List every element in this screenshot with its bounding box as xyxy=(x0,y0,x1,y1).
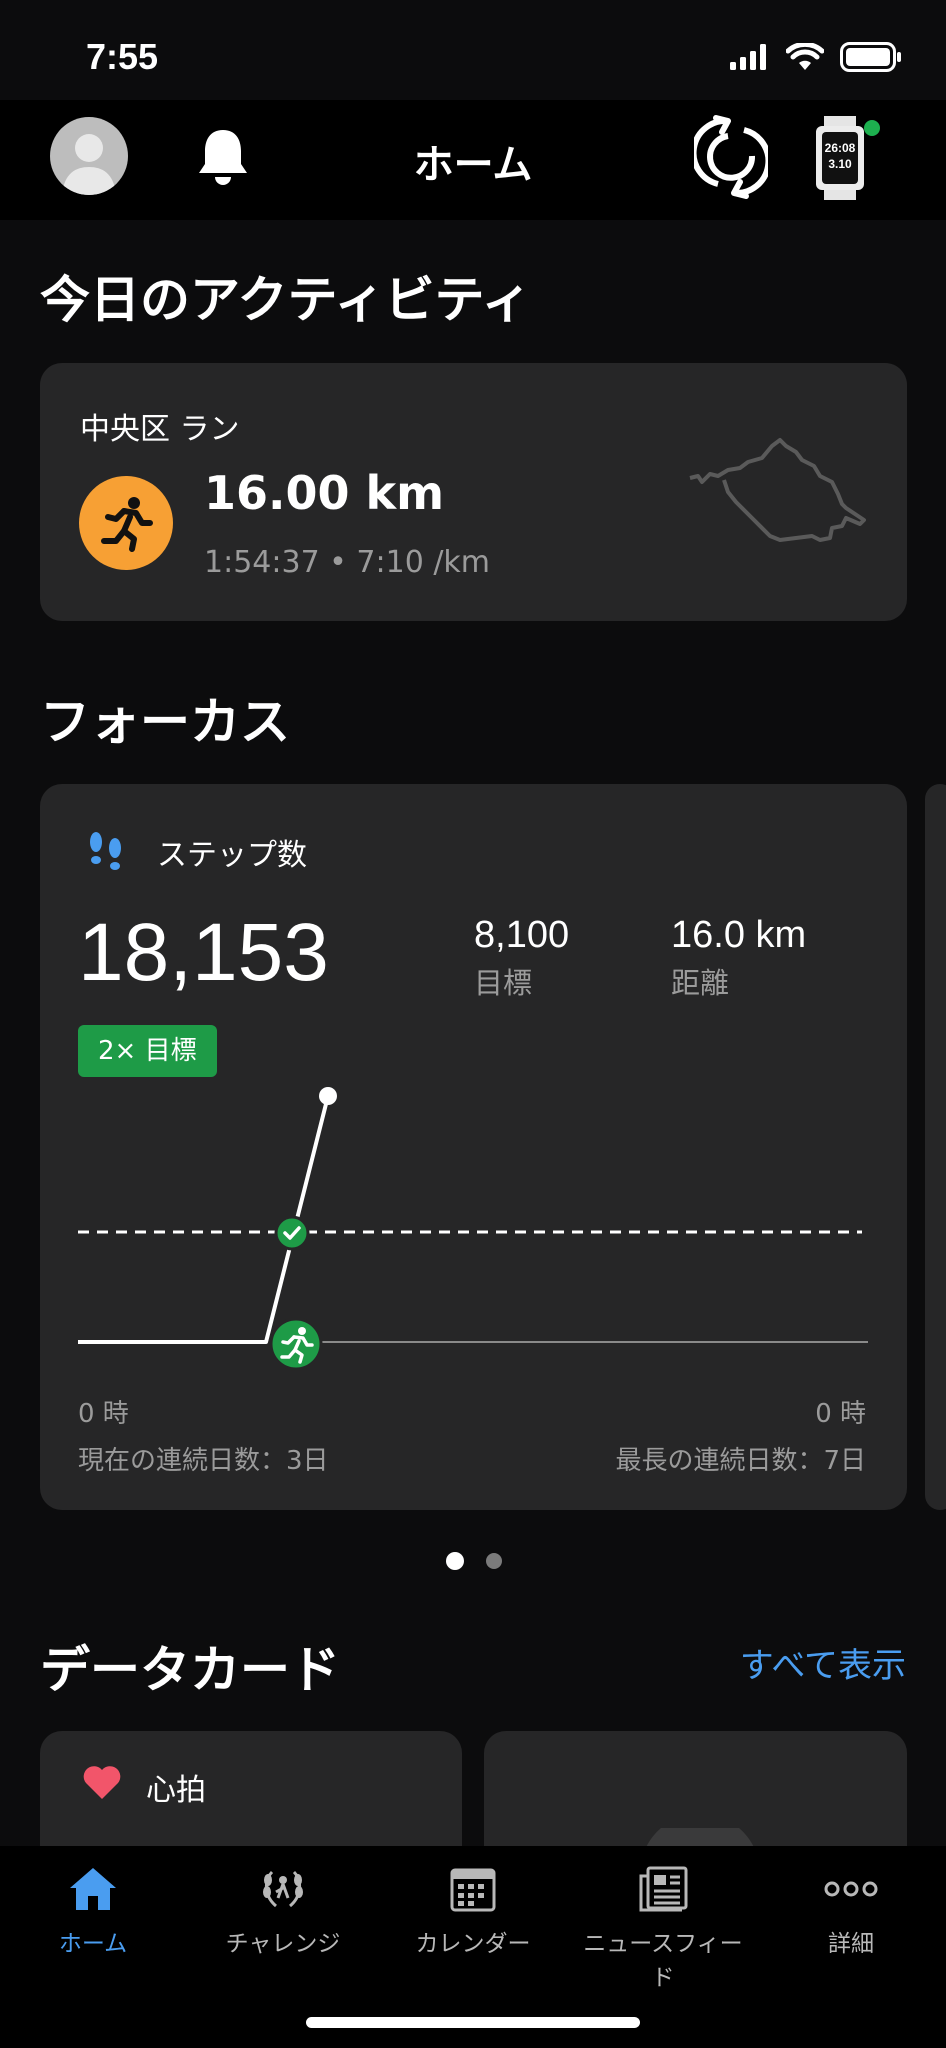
footprints-icon xyxy=(86,830,126,874)
tab-calendar-label: カレンダー xyxy=(415,1931,531,1957)
tab-newsfeed-label: ニュースフィード xyxy=(583,1931,743,1991)
watch-time: 26:08 xyxy=(825,141,856,155)
goal-value: 8,100 xyxy=(474,914,570,956)
running-icon xyxy=(79,476,173,570)
goal-label: 目標 xyxy=(474,966,533,1000)
today-section-title: 今日のアクティビティ xyxy=(40,271,532,329)
goal-multiplier-badge: 2× 目標 xyxy=(78,1025,217,1077)
newspaper-icon xyxy=(639,1866,688,1912)
laurel-icon xyxy=(263,1870,303,1908)
tab-more-label: 詳細 xyxy=(828,1931,874,1957)
datacards-section-title: データカード xyxy=(40,1641,340,1699)
wifi-icon xyxy=(786,43,824,70)
heart-icon xyxy=(82,1765,122,1805)
next-focus-card[interactable] xyxy=(925,784,946,1510)
tab-challenges[interactable]: チャレンジ xyxy=(193,1866,373,1958)
show-all-link[interactable]: すべて表示 xyxy=(740,1638,906,1687)
tab-more[interactable]: 詳細 xyxy=(761,1866,941,1958)
activity-duration-pace: 1:54:37 • 7:10 /km xyxy=(204,545,491,580)
tab-home-label: ホーム xyxy=(58,1931,128,1957)
steps-card[interactable] xyxy=(40,784,907,1510)
heart-rate-label: 心拍 xyxy=(146,1773,206,1808)
activity-distance: 16.00 km xyxy=(204,466,445,520)
watch-device-icon[interactable]: 26:08 3.10 xyxy=(812,116,884,204)
tab-home[interactable]: ホーム xyxy=(3,1866,183,1958)
more-icon xyxy=(824,1881,878,1897)
page-title: ホーム xyxy=(413,142,533,188)
focus-pager[interactable] xyxy=(446,1552,502,1570)
focus-section-title: フォーカス xyxy=(40,693,290,751)
steps-label: ステップ数 xyxy=(157,838,307,873)
home-icon xyxy=(70,1868,116,1910)
cellular-signal-icon xyxy=(730,44,766,70)
status-time: 7:55 xyxy=(86,36,159,77)
steps-distance-value: 16.0 km xyxy=(671,914,807,956)
route-map-thumbnail xyxy=(684,434,870,552)
battery-icon xyxy=(840,42,901,72)
chart-end-label: 0 時 xyxy=(815,1399,866,1429)
home-indicator[interactable] xyxy=(306,2017,640,2028)
activity-name: 中央区 ラン xyxy=(80,412,240,447)
steps-distance-label: 距離 xyxy=(671,966,730,1000)
current-streak: 現在の連続日数：3日 xyxy=(78,1446,329,1476)
pager-dot-2[interactable] xyxy=(486,1553,502,1569)
longest-streak: 最長の連続日数：7日 xyxy=(615,1446,866,1476)
tab-challenges-label: チャレンジ xyxy=(225,1931,341,1957)
chart-start-label: 0 時 xyxy=(78,1399,129,1429)
watch-date: 3.10 xyxy=(828,157,852,171)
status-icons xyxy=(730,42,902,72)
pager-dot-1[interactable] xyxy=(446,1552,464,1570)
calendar-icon xyxy=(450,1868,496,1912)
tab-calendar[interactable]: カレンダー xyxy=(383,1866,563,1958)
sync-icon[interactable] xyxy=(690,114,772,204)
steps-value: 18,153 xyxy=(78,907,329,998)
tab-newsfeed[interactable]: ニュースフィード xyxy=(573,1866,753,1992)
